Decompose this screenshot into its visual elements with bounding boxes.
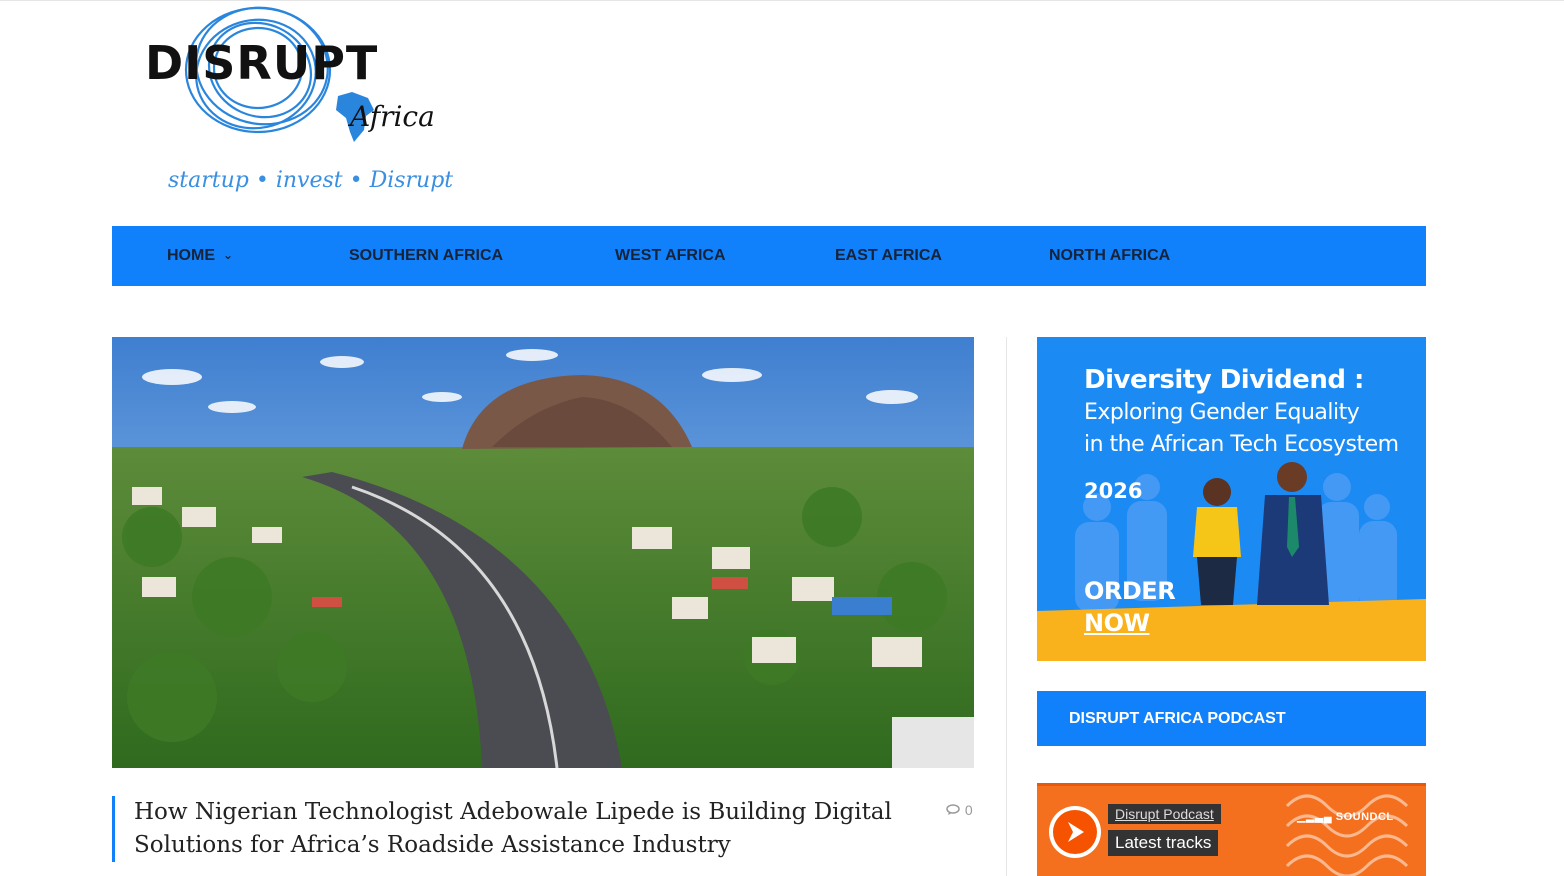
nav-item-west-africa[interactable]: WEST AFRICA (615, 226, 726, 286)
ad-subtitle-line: Exploring Gender Equality (1084, 400, 1360, 425)
chevron-down-icon: ⌄ (223, 248, 234, 262)
play-icon (1053, 810, 1097, 854)
logo-wordmark: DISRUPT (145, 36, 379, 90)
featured-article-title-block: How Nigerian Technologist Adebowale Lipe… (112, 796, 942, 862)
logo-africa-text: Africa (350, 100, 435, 133)
comment-count-value: 0 (964, 802, 973, 818)
ad-title: Diversity Dividend : (1084, 365, 1364, 395)
book-promo-banner[interactable]: Diversity Dividend : Exploring Gender Eq… (1037, 337, 1426, 661)
nav-item-north-africa[interactable]: NORTH AFRICA (1049, 226, 1170, 286)
podcast-widget-heading: DISRUPT AFRICA PODCAST (1037, 691, 1426, 746)
logo-tagline: startup • invest • Disrupt (168, 168, 454, 193)
podcast-name-link[interactable]: Disrupt Podcast (1108, 804, 1221, 824)
soundcloud-text: SOUNDCL (1335, 811, 1394, 823)
ad-year: 2026 (1084, 479, 1143, 503)
nav-item-east-africa[interactable]: EAST AFRICA (835, 226, 942, 286)
ad-subtitle: Exploring Gender Equality in the African… (1084, 397, 1399, 461)
latest-tracks-label: Latest tracks (1108, 830, 1219, 856)
featured-article-title[interactable]: How Nigerian Technologist Adebowale Lipe… (134, 796, 942, 862)
soundcloud-logo[interactable]: ▁▂▃▄ SOUNDCL (1297, 810, 1394, 823)
nav-item-home[interactable]: HOME ⌄ (167, 226, 233, 286)
comment-count[interactable]: 0 (946, 802, 973, 818)
nav-item-label: NORTH AFRICA (1049, 247, 1171, 264)
nav-item-label: WEST AFRICA (615, 247, 726, 264)
nav-item-southern-africa[interactable]: SOUTHERN AFRICA (349, 226, 503, 286)
nav-item-label: HOME (167, 247, 215, 264)
ad-cta-now[interactable]: NOW (1084, 609, 1150, 637)
podcast-player-embed: Disrupt Podcast Latest tracks ▁▂▃▄ SOUND… (1037, 783, 1426, 876)
main-nav: HOME ⌄ SOUTHERN AFRICA WEST AFRICA EAST A… (112, 226, 1426, 286)
site-logo[interactable]: DISRUPT Africa startup • invest • Disrup… (140, 0, 460, 210)
play-button[interactable] (1049, 806, 1101, 858)
column-divider (1006, 337, 1007, 876)
ad-subtitle-line: in the African Tech Ecosystem (1084, 432, 1399, 457)
nav-item-label: EAST AFRICA (835, 247, 942, 264)
soundcloud-icon: ▁▂▃▄ (1297, 811, 1333, 823)
nav-item-label: SOUTHERN AFRICA (349, 247, 504, 264)
featured-article-image[interactable] (112, 337, 974, 768)
comments-icon (946, 802, 965, 818)
ad-cta-order: ORDER (1084, 577, 1176, 605)
